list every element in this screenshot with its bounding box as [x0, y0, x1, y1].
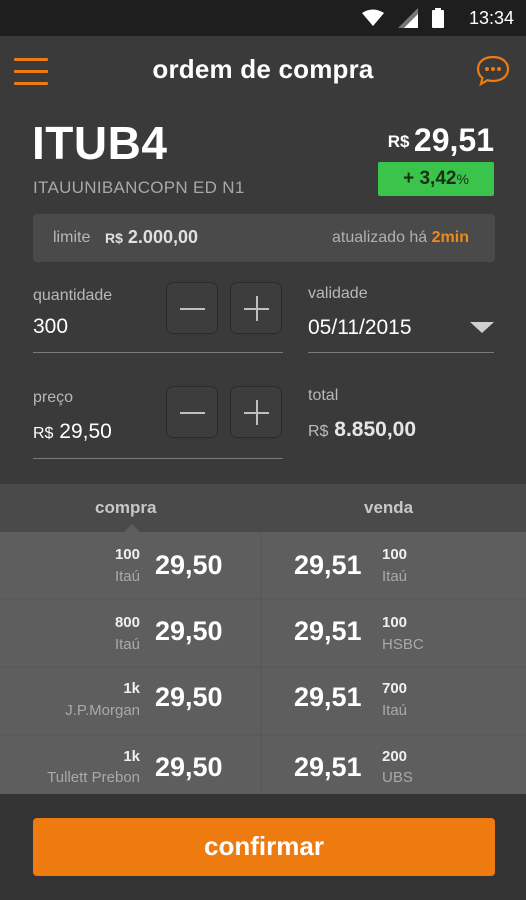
- buy-price: 29,50: [155, 616, 223, 646]
- validity-label: validade: [308, 285, 368, 302]
- buy-broker: Itaú: [114, 636, 140, 653]
- sell-broker: Itaú: [382, 702, 408, 719]
- confirm-button[interactable]: confirmar: [33, 818, 495, 876]
- price-input[interactable]: R$ 29,50: [33, 420, 112, 444]
- sell-broker: Itaú: [382, 568, 408, 585]
- buy-qty: 1k: [123, 748, 140, 765]
- updated-label: atualizado há: [332, 229, 428, 246]
- signal-icon: [398, 8, 418, 28]
- order-book-header: compra venda: [0, 484, 526, 532]
- sell-price: 29,51: [294, 752, 362, 782]
- page-title: ordem de compra: [152, 54, 374, 84]
- chevron-down-icon[interactable]: [470, 322, 494, 333]
- price-value: 29,51: [413, 122, 494, 158]
- updated-value: 2min: [431, 229, 469, 246]
- quantity-label: quantidade: [33, 287, 113, 304]
- limit-value: R$ 2.000,00: [105, 227, 198, 248]
- table-row[interactable]: 800 Itaú 29,50 29,51 100 HSBC: [0, 600, 526, 667]
- sell-qty: 700: [382, 680, 408, 697]
- sell-qty: 100: [382, 614, 408, 631]
- sell-price: 29,51: [294, 616, 362, 646]
- status-time: 13:34: [468, 8, 514, 28]
- tab-compra[interactable]: compra: [95, 498, 156, 518]
- buy-price: 29,50: [155, 682, 223, 712]
- buy-broker: Tullett Prebon: [47, 769, 140, 786]
- validity-underline: [308, 352, 494, 353]
- sell-broker: HSBC: [382, 636, 424, 653]
- buy-offer[interactable]: 100 Itaú 29,50: [0, 532, 260, 598]
- price-decrement-button[interactable]: [166, 386, 218, 438]
- app-header: ordem de compra: [0, 36, 526, 110]
- active-tab-caret: [124, 524, 140, 532]
- buy-price: 29,50: [155, 752, 223, 782]
- quantity-increment-button[interactable]: [230, 282, 282, 334]
- change-unit: %: [456, 171, 469, 187]
- buy-qty: 800: [114, 614, 140, 631]
- stock-price: R$ 29,51: [388, 122, 494, 159]
- total-label: total: [308, 387, 339, 404]
- price-currency: R$: [387, 132, 410, 151]
- price-increment-button[interactable]: [230, 386, 282, 438]
- tab-venda[interactable]: venda: [364, 498, 413, 518]
- validity-select[interactable]: 05/11/2015: [308, 316, 412, 340]
- quantity-underline: [33, 352, 283, 353]
- wifi-icon: [362, 9, 384, 26]
- buy-qty: 100: [114, 546, 140, 563]
- limit-label: limite: [53, 229, 91, 246]
- total-currency: R$: [308, 423, 329, 440]
- footer: confirmar: [0, 794, 526, 900]
- sell-price: 29,51: [294, 550, 362, 580]
- quantity-decrement-button[interactable]: [166, 282, 218, 334]
- price-underline: [33, 458, 283, 459]
- table-row[interactable]: 1k Tullett Prebon 29,50 29,51 200 UBS: [0, 736, 526, 794]
- limit-currency: R$: [105, 230, 123, 246]
- sell-price: 29,51: [294, 682, 362, 712]
- price-input-currency: R$: [33, 425, 54, 442]
- sell-qty: 100: [382, 546, 408, 563]
- total-amount: 8.850,00: [334, 418, 417, 441]
- sell-qty: 200: [382, 748, 408, 765]
- buy-broker: J.P.Morgan: [65, 702, 140, 719]
- change-value: + 3,42: [403, 168, 457, 189]
- limit-bar: limite R$ 2.000,00 atualizado há 2min: [33, 214, 495, 262]
- sell-offer[interactable]: 29,51 200 UBS: [262, 736, 526, 794]
- quantity-input[interactable]: 300: [33, 315, 68, 339]
- chat-bubble-icon[interactable]: [476, 54, 510, 88]
- buy-offer[interactable]: 800 Itaú 29,50: [0, 600, 260, 666]
- limit-amount: 2.000,00: [127, 227, 198, 247]
- sell-offer[interactable]: 29,51 700 Itaú: [262, 668, 526, 734]
- buy-price: 29,50: [155, 550, 223, 580]
- price-input-value: 29,50: [59, 420, 112, 443]
- buy-broker: Itaú: [114, 568, 140, 585]
- price-label: preço: [33, 389, 74, 406]
- sell-broker: UBS: [382, 769, 413, 786]
- buy-offer[interactable]: 1k J.P.Morgan 29,50: [0, 668, 260, 734]
- table-row[interactable]: 1k J.P.Morgan 29,50 29,51 700 Itaú: [0, 668, 526, 735]
- stock-code: ITUB4: [32, 117, 168, 169]
- status-icons: [362, 8, 444, 28]
- sell-offer[interactable]: 29,51 100 HSBC: [262, 600, 526, 666]
- updated-info: atualizado há 2min: [332, 229, 469, 247]
- stock-name: ITAUUNIBANCOPN ED N1: [33, 178, 245, 197]
- change-badge: + 3,42%: [378, 162, 494, 196]
- order-book[interactable]: 100 Itaú 29,50 29,51 100 Itaú 800 Itaú 2…: [0, 532, 526, 794]
- table-row[interactable]: 100 Itaú 29,50 29,51 100 Itaú: [0, 532, 526, 599]
- sell-offer[interactable]: 29,51 100 Itaú: [262, 532, 526, 598]
- buy-qty: 1k: [123, 680, 140, 697]
- total-value: R$ 8.850,00: [308, 418, 416, 442]
- buy-offer[interactable]: 1k Tullett Prebon 29,50: [0, 736, 260, 794]
- status-bar: 13:34: [0, 0, 526, 36]
- battery-icon: [432, 8, 444, 28]
